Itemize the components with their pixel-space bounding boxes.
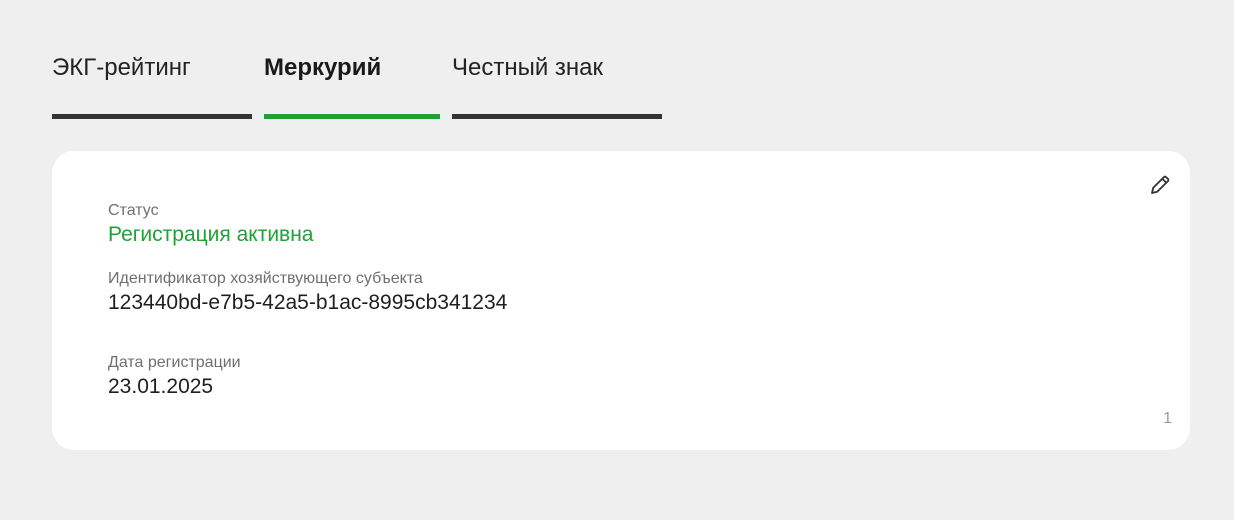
tab-label: Честный знак xyxy=(452,54,604,81)
pencil-icon xyxy=(1151,175,1170,194)
status-label: Статус xyxy=(108,202,159,219)
tab-underline xyxy=(452,114,662,119)
entity-id-value: 123440bd-e7b5-42a5-b1ac-8995cb341234 xyxy=(108,291,508,314)
edit-button[interactable] xyxy=(1146,171,1174,199)
tab-honest-mark[interactable]: Честный знак xyxy=(452,0,662,120)
registration-card: Статус Регистрация активна Идентификатор… xyxy=(52,151,1190,450)
tab-label: Меркурий xyxy=(264,54,382,81)
entity-id-label: Идентификатор хозяйствующего субъекта xyxy=(108,270,423,287)
entity-id-field: Идентификатор хозяйствующего субъекта 12… xyxy=(108,269,507,317)
tab-mercury[interactable]: Меркурий xyxy=(264,0,440,120)
status-field: Статус Регистрация активна xyxy=(108,201,313,249)
tab-ekg-rating[interactable]: ЭКГ-рейтинг xyxy=(52,0,252,120)
tab-underline-active xyxy=(264,114,440,119)
status-value: Регистрация активна xyxy=(108,223,314,246)
tab-label: ЭКГ-рейтинг xyxy=(52,54,191,81)
registration-date-label: Дата регистрации xyxy=(108,354,241,371)
tab-underline xyxy=(52,114,252,119)
item-counter: 1 xyxy=(1163,410,1172,427)
registration-date-field: Дата регистрации 23.01.2025 xyxy=(108,353,241,401)
tab-bar: ЭКГ-рейтинг Меркурий Честный знак xyxy=(52,0,662,120)
registration-date-value: 23.01.2025 xyxy=(108,375,214,398)
